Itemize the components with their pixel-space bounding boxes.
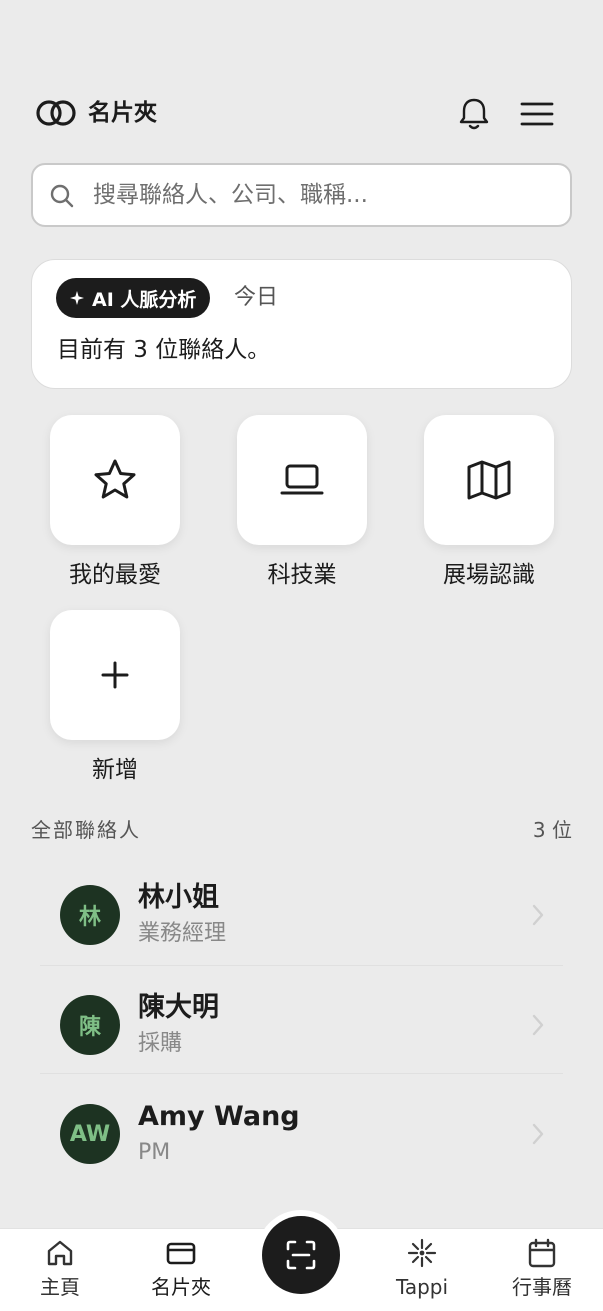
laptop-icon	[280, 464, 324, 495]
app-screen: 名片夾 AI 人脈分析 今日 目前有 3 位聯絡人。	[0, 0, 603, 1311]
nav-tappi[interactable]: Tappi	[372, 1237, 472, 1301]
chevron-right-icon	[532, 1123, 544, 1145]
nav-home[interactable]: 主頁	[10, 1237, 110, 1301]
category-label: 展場認識	[443, 562, 535, 588]
divider	[40, 965, 563, 966]
category-expo[interactable]: 展場認識	[424, 415, 554, 593]
avatar: AW	[60, 1104, 120, 1164]
hamburger-menu-icon[interactable]	[518, 96, 556, 132]
nav-label: 主頁	[40, 1275, 80, 1299]
category-add-box[interactable]	[50, 610, 180, 740]
sparkle-icon	[70, 291, 84, 305]
ai-analysis-badge: AI 人脈分析	[56, 278, 211, 318]
ai-badge-label: AI 人脈分析	[92, 288, 197, 311]
plus-icon	[101, 661, 129, 689]
sparkle-icon	[407, 1238, 437, 1268]
nav-cards[interactable]: 名片夾	[131, 1237, 231, 1301]
search-bar[interactable]	[31, 163, 572, 227]
chevron-right-icon	[532, 904, 544, 926]
scan-card-button[interactable]	[262, 1216, 340, 1294]
bell-icon[interactable]	[456, 96, 492, 132]
contact-row[interactable]: 陳 陳大明 採購	[40, 975, 563, 1075]
calendar-icon	[528, 1238, 556, 1268]
contacts-section-title: 全部聯絡人	[31, 818, 141, 842]
category-add[interactable]: 新增	[50, 610, 180, 788]
category-favorites[interactable]: 我的最愛	[50, 415, 180, 593]
category-label: 科技業	[267, 562, 337, 588]
contact-row[interactable]: 林 林小姐 業務經理	[40, 865, 563, 965]
app-title: 名片夾	[88, 100, 157, 126]
chevron-right-icon	[532, 1014, 544, 1036]
contact-role: 業務經理	[138, 921, 227, 946]
ai-insight-card[interactable]: AI 人脈分析 今日 目前有 3 位聯絡人。	[31, 259, 572, 389]
category-label: 我的最愛	[69, 562, 161, 588]
star-icon	[94, 459, 136, 499]
category-tech[interactable]: 科技業	[237, 415, 367, 593]
nav-label: 名片夾	[151, 1275, 211, 1299]
contact-row[interactable]: AW Amy Wang PM	[40, 1084, 563, 1184]
header: 名片夾	[0, 88, 603, 140]
contact-name: 陳大明	[138, 992, 219, 1023]
divider	[40, 1073, 563, 1074]
contact-role: 採購	[138, 1031, 183, 1056]
search-icon	[50, 184, 74, 208]
contacts-count: 3 位	[532, 818, 572, 842]
category-label: 新增	[92, 757, 138, 783]
contact-name: 林小姐	[138, 882, 219, 913]
ai-message: 目前有 3 位聯絡人。	[57, 337, 271, 363]
home-icon	[47, 1240, 73, 1266]
ai-date: 今日	[234, 285, 279, 310]
search-input[interactable]	[93, 173, 553, 217]
avatar: 林	[60, 885, 120, 945]
logo-rings-icon	[36, 100, 76, 126]
contact-role: PM	[138, 1140, 171, 1165]
contact-name: Amy Wang	[138, 1101, 300, 1132]
nav-calendar[interactable]: 行事曆	[492, 1237, 592, 1301]
avatar: 陳	[60, 995, 120, 1055]
category-expo-box[interactable]	[424, 415, 554, 545]
category-tech-box[interactable]	[237, 415, 367, 545]
scan-icon	[286, 1240, 316, 1270]
map-icon	[467, 460, 511, 500]
card-icon	[166, 1242, 196, 1265]
category-favorites-box[interactable]	[50, 415, 180, 545]
nav-label: 行事曆	[512, 1275, 572, 1299]
nav-label: Tappi	[395, 1275, 449, 1299]
